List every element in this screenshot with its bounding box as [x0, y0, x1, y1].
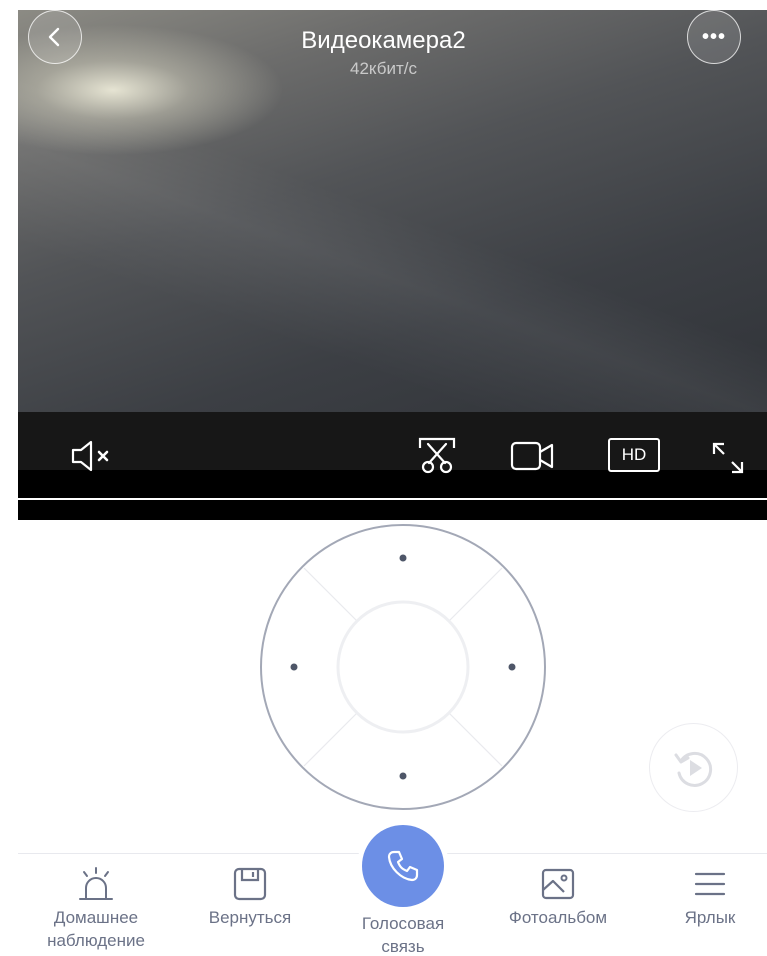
video-player[interactable]: HD — [18, 10, 767, 520]
nav-label: Вернуться — [208, 908, 292, 927]
alarm-light-icon — [79, 867, 113, 900]
ptz-right-button[interactable] — [480, 637, 540, 697]
nav-label: Фотоальбом — [508, 908, 608, 927]
more-button[interactable]: ••• — [687, 10, 741, 64]
ptz-joystick[interactable] — [260, 524, 546, 810]
dot-icon — [290, 663, 298, 671]
nav-shortcut[interactable]: Ярлык — [660, 866, 760, 929]
dot-icon — [399, 772, 407, 780]
mute-button[interactable] — [68, 438, 118, 474]
hd-label: HD — [621, 445, 647, 464]
bitrate-label: 42кбит/с — [350, 59, 417, 78]
dot-icon — [508, 663, 516, 671]
fullscreen-button[interactable] — [708, 438, 748, 478]
phone-icon — [387, 850, 419, 882]
menu-icon — [694, 872, 726, 896]
photo-album-icon — [541, 868, 575, 900]
camera-live-screen: HD Видеокамера2 42кбит/с ••• Домашнее на… — [0, 0, 767, 956]
playback-icon — [674, 751, 712, 787]
ptz-up-button[interactable] — [373, 530, 433, 590]
floppy-disk-icon — [233, 867, 267, 901]
nav-label: связь — [381, 937, 425, 956]
dot-icon — [399, 554, 407, 562]
video-camera-icon — [510, 441, 554, 471]
record-button[interactable] — [508, 438, 558, 474]
ptz-down-button[interactable] — [373, 744, 433, 804]
playback-button[interactable] — [649, 723, 738, 812]
ptz-left-button[interactable] — [266, 637, 326, 697]
expand-icon — [712, 442, 744, 474]
nav-photo-album[interactable]: Фотоальбом — [495, 866, 621, 929]
more-dots-icon: ••• — [701, 26, 726, 48]
nav-home-monitoring[interactable]: Домашнее наблюдение — [30, 866, 162, 952]
camera-title: Видеокамера2 — [301, 27, 466, 54]
hd-quality-button[interactable]: HD — [608, 438, 660, 472]
video-divider — [18, 498, 767, 500]
nav-label: Домашнее — [53, 908, 139, 927]
screenshot-button[interactable] — [416, 435, 458, 477]
nav-label: Голосовая — [361, 914, 445, 933]
nav-label: Ярлык — [684, 908, 736, 927]
speaker-muted-icon — [71, 440, 109, 472]
voice-call-button[interactable] — [357, 820, 449, 912]
nav-label: наблюдение — [47, 931, 145, 950]
scissors-screenshot-icon — [418, 437, 456, 474]
nav-voice-call[interactable]: Голосовая связь — [338, 912, 468, 956]
nav-back[interactable]: Вернуться — [195, 866, 305, 929]
